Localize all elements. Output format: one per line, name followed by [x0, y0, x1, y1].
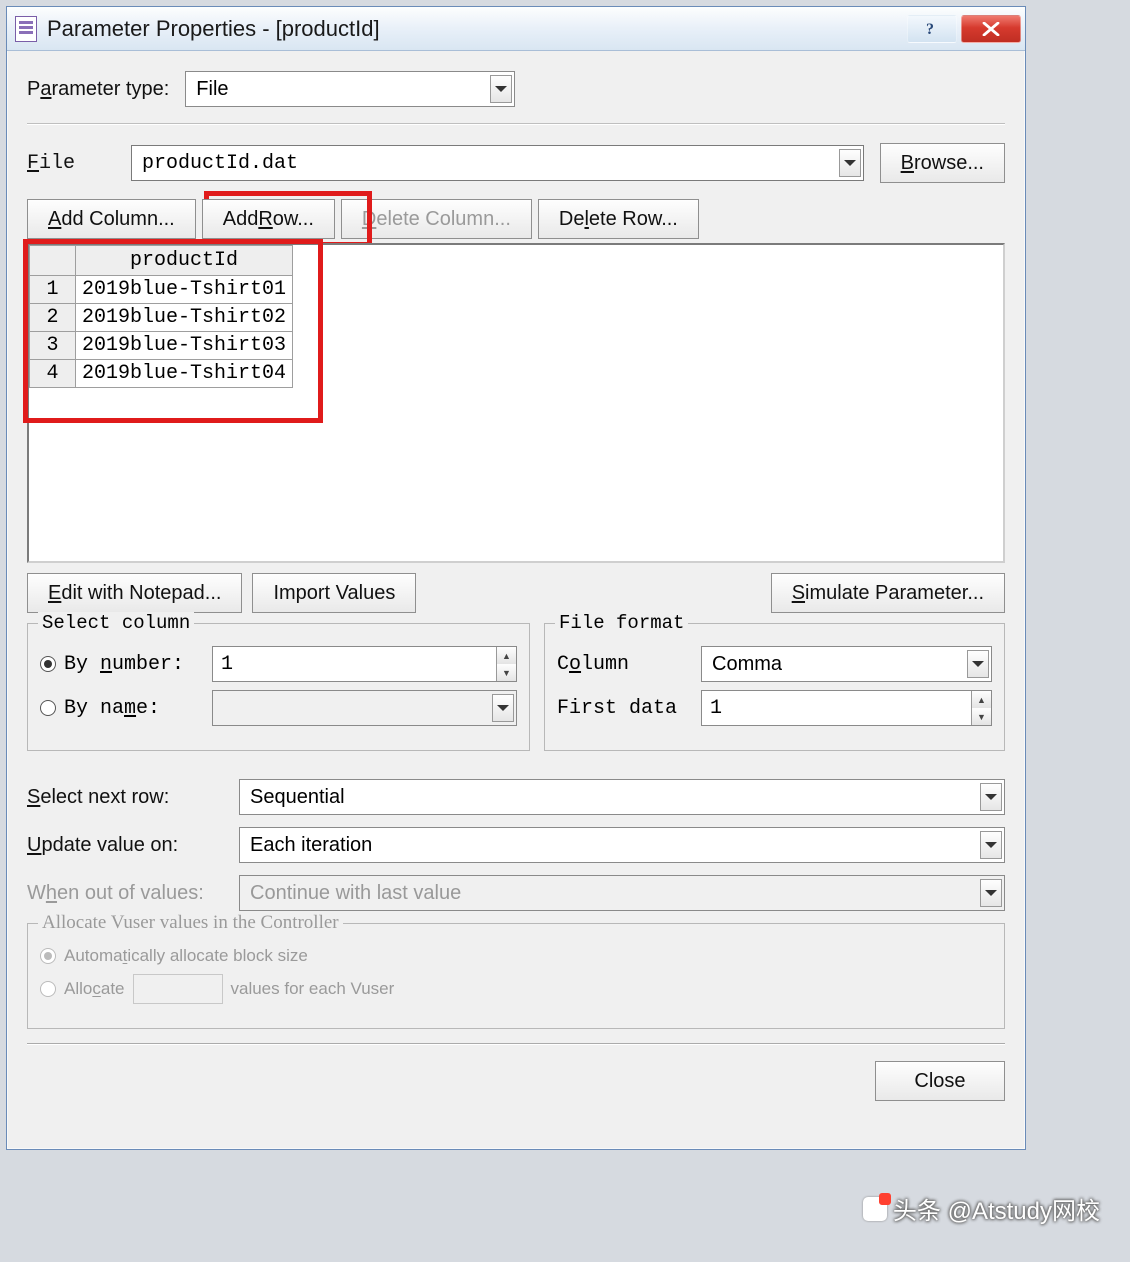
bottom-bar: Close: [27, 1043, 1005, 1101]
close-window-button[interactable]: [961, 15, 1021, 43]
values-each-label: values for each Vuser: [231, 979, 395, 999]
parameter-type-value: File: [196, 78, 228, 101]
help-button[interactable]: ?: [907, 15, 957, 43]
divider: [27, 123, 1005, 125]
allocate-vuser-group: Allocate Vuser values in the Controller …: [27, 923, 1005, 1029]
row-number: 2: [30, 304, 76, 332]
first-data-spinner[interactable]: ▲▼: [701, 690, 992, 726]
file-format-group: File format Column Comma First data ▲▼: [544, 623, 1005, 751]
chevron-down-icon: [980, 879, 1002, 907]
watermark-icon: [863, 1197, 887, 1221]
column-delimiter-combo[interactable]: Comma: [701, 646, 992, 682]
allocate-radio: [40, 981, 56, 997]
select-next-row-value: Sequential: [250, 786, 345, 809]
table-cell[interactable]: 2019blue-Tshirt01: [76, 276, 293, 304]
by-name-radio[interactable]: [40, 700, 56, 716]
file-label: File: [27, 152, 115, 175]
add-row-button[interactable]: Add Row...: [202, 199, 335, 239]
first-data-input[interactable]: [702, 697, 971, 720]
add-column-button[interactable]: Add Column...: [27, 199, 196, 239]
watermark: 头条 @Atstudy网校: [863, 1191, 1100, 1226]
window-title: Parameter Properties - [productId]: [47, 16, 903, 42]
when-out-of-values-value: Continue with last value: [250, 882, 461, 905]
when-out-of-values-combo: Continue with last value: [239, 875, 1005, 911]
spin-down-icon[interactable]: ▼: [496, 664, 516, 681]
chevron-down-icon: [980, 831, 1002, 859]
close-button[interactable]: Close: [875, 1061, 1005, 1101]
spin-down-icon[interactable]: ▼: [971, 708, 991, 725]
allocate-legend: Allocate Vuser values in the Controller: [38, 912, 343, 934]
select-next-row-combo[interactable]: Sequential: [239, 779, 1005, 815]
titlebar: Parameter Properties - [productId] ?: [7, 7, 1025, 51]
by-number-input[interactable]: [213, 653, 496, 676]
data-table[interactable]: productId 12019blue-Tshirt01 22019blue-T…: [29, 245, 293, 388]
update-value-on-value: Each iteration: [250, 834, 372, 857]
file-format-legend: File format: [555, 612, 688, 634]
simulate-parameter-button[interactable]: Simulate Parameter...: [771, 573, 1005, 613]
edit-with-notepad-button[interactable]: Edit with Notepad...: [27, 573, 242, 613]
table-cell[interactable]: 2019blue-Tshirt03: [76, 332, 293, 360]
spin-up-icon[interactable]: ▲: [496, 647, 516, 664]
by-number-label: By number:: [64, 653, 204, 676]
select-next-row-label: Select next row:: [27, 786, 227, 809]
chevron-down-icon: [839, 149, 861, 177]
client-area: Parameter type: File File productId.dat …: [7, 51, 1025, 1149]
when-out-of-values-label: When out of values:: [27, 882, 227, 905]
select-column-group: Select column By number: ▲▼ By name:: [27, 623, 530, 751]
table-column-header[interactable]: productId: [76, 246, 293, 276]
auto-allocate-radio: [40, 948, 56, 964]
parameter-type-combo[interactable]: File: [185, 71, 515, 107]
column-delimiter-label: Column: [557, 653, 687, 676]
data-table-area: productId 12019blue-Tshirt01 22019blue-T…: [27, 243, 1005, 563]
chevron-down-icon: [980, 783, 1002, 811]
app-icon: [15, 16, 37, 42]
file-value: productId.dat: [142, 152, 298, 175]
by-number-spinner[interactable]: ▲▼: [212, 646, 517, 682]
spin-up-icon[interactable]: ▲: [971, 691, 991, 708]
parameter-type-label: Parameter type:: [27, 78, 169, 101]
update-value-on-combo[interactable]: Each iteration: [239, 827, 1005, 863]
first-data-label: First data: [557, 697, 687, 720]
chevron-down-icon: [967, 650, 989, 678]
delete-row-button[interactable]: Delete Row...: [538, 199, 699, 239]
chevron-down-icon: [490, 75, 512, 103]
update-value-on-label: Update value on:: [27, 834, 227, 857]
row-number: 4: [30, 360, 76, 388]
browse-button[interactable]: Browse...: [880, 143, 1005, 183]
column-delimiter-value: Comma: [712, 653, 782, 676]
allocate-value-input: [133, 974, 223, 1004]
delete-column-button: Delete Column...: [341, 199, 532, 239]
svg-text:?: ?: [926, 21, 934, 38]
by-name-combo: [212, 690, 517, 726]
allocate-label: Allocate: [64, 979, 125, 999]
row-number: 1: [30, 276, 76, 304]
by-number-radio[interactable]: [40, 656, 56, 672]
table-cell[interactable]: 2019blue-Tshirt02: [76, 304, 293, 332]
dialog-window: Parameter Properties - [productId] ? Par…: [6, 6, 1026, 1150]
table-corner: [30, 246, 76, 276]
row-number: 3: [30, 332, 76, 360]
chevron-down-icon: [492, 694, 514, 722]
file-combo[interactable]: productId.dat: [131, 145, 864, 181]
by-name-label: By name:: [64, 697, 204, 720]
auto-allocate-label: Automatically allocate block size: [64, 946, 308, 966]
table-cell[interactable]: 2019blue-Tshirt04: [76, 360, 293, 388]
select-column-legend: Select column: [38, 612, 194, 634]
import-values-button[interactable]: Import Values: [252, 573, 416, 613]
